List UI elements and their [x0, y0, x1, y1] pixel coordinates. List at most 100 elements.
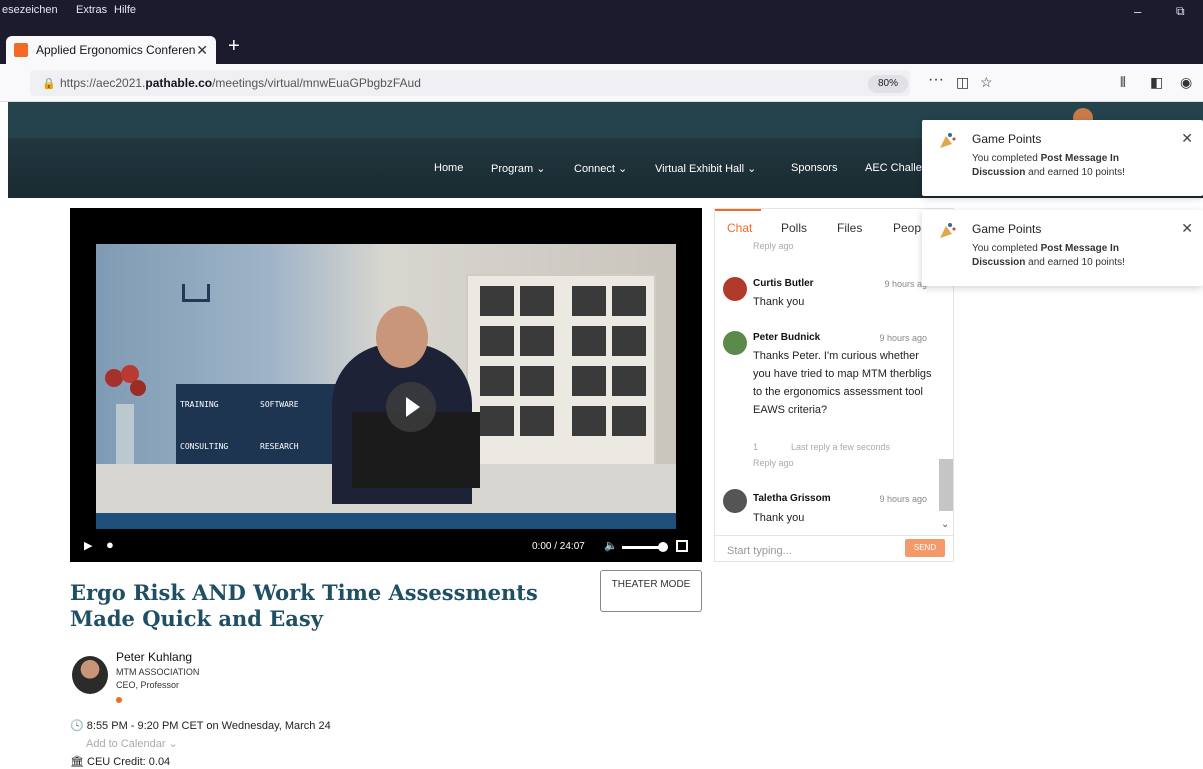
account-icon[interactable]: ◉	[1180, 74, 1192, 91]
seek-knob[interactable]: ●	[106, 537, 114, 552]
chat-message: Thank you	[753, 296, 805, 308]
ceu-credit: 🏛 CEU Credit: 0.04	[70, 755, 170, 768]
party-horn-icon	[940, 133, 956, 148]
minimize-button[interactable]: –	[1134, 4, 1141, 19]
session-title: Ergo Risk AND Work Time Assessments Made…	[70, 580, 538, 631]
speaker-role: CEO, Professor	[116, 680, 180, 690]
nav-home[interactable]: Home	[434, 162, 463, 174]
chat-scrollbar[interactable]	[939, 459, 953, 511]
menu-help[interactable]: Hilfe	[114, 4, 136, 16]
library-icon[interactable]: ⫴	[1120, 74, 1126, 91]
url-path: /meetings/virtual/mnwEuaGPbgbzFAud	[212, 76, 421, 90]
chat-author[interactable]: Taletha Grissom	[753, 493, 831, 504]
theater-mode-button[interactable]: THEATER MODE	[600, 570, 702, 612]
banner-word-consulting: CONSULTING	[180, 442, 229, 451]
zoom-level-badge[interactable]: 80%	[868, 75, 908, 93]
chat-author[interactable]: Peter Budnick	[753, 332, 820, 343]
notification-body: You completed Post Message In Discussion…	[972, 243, 1125, 268]
chat-time: 9 hours ago	[879, 333, 927, 343]
volume-knob[interactable]	[658, 542, 668, 552]
flowers-image	[105, 365, 146, 474]
video-lower-strip	[96, 513, 676, 529]
sidebar-icon[interactable]: ◧	[1150, 74, 1163, 91]
chat-time: 9 hours ago	[879, 494, 927, 504]
last-reply: Last reply a few seconds	[791, 442, 891, 452]
tab-files[interactable]: Files	[837, 221, 862, 235]
notification-title: Game Points	[972, 132, 1042, 146]
chat-avatar	[723, 331, 747, 355]
speaker-avatar[interactable]	[72, 656, 108, 694]
menu-bookmarks[interactable]: esezeichen	[2, 4, 58, 16]
game-points-notification: Game Points You completed Post Message I…	[922, 120, 1203, 196]
url-bar[interactable]: 🔒 https://aec2021. pathable.co /meetings…	[30, 70, 910, 96]
volume-slider[interactable]	[622, 546, 660, 549]
scroll-down-icon[interactable]: ⌄	[941, 519, 949, 530]
banner-word-training: TRAINING	[180, 400, 219, 409]
browser-toolbar: ⛉ 🔒 https://aec2021. pathable.co /meetin…	[0, 64, 1203, 102]
poster-banner: TRAINING SOFTWARE CONSULTING RESEARCH	[176, 384, 336, 464]
notification-title: Game Points	[972, 222, 1042, 236]
doors-image	[466, 274, 656, 474]
close-icon[interactable]: ✕	[1181, 130, 1193, 147]
nav-aec-challenge[interactable]: AEC Challe	[865, 162, 922, 174]
url-prefix: https://aec2021.	[60, 76, 146, 90]
user-placeholder-icon	[723, 489, 747, 513]
chat-author[interactable]: Curtis Butler	[753, 278, 814, 289]
reply-count: 1	[753, 442, 759, 452]
tab-chat[interactable]: Chat	[727, 221, 752, 235]
ceu-credit-text: CEU Credit: 0.04	[87, 756, 171, 768]
site-favicon-icon	[14, 43, 28, 57]
party-horn-icon	[940, 223, 956, 238]
new-tab-icon[interactable]: +	[228, 36, 240, 56]
close-icon[interactable]: ✕	[1181, 220, 1193, 237]
speaker-name[interactable]: Peter Kuhlang	[116, 650, 192, 664]
menu-extras[interactable]: Extras	[76, 4, 107, 16]
chat-time: 9 hours ag	[884, 279, 927, 289]
reply-link[interactable]: Reply ago	[753, 241, 794, 251]
session-time: 🕓 8:55 PM - 9:20 PM CET on Wednesday, Ma…	[70, 719, 331, 732]
send-button[interactable]: SEND	[905, 539, 945, 557]
speaker-organization: MTM ASSOCIATION	[116, 667, 200, 677]
nav-virtual-exhibit-hall[interactable]: Virtual Exhibit Hall ⌄	[655, 162, 756, 175]
chat-message: Thank you	[753, 512, 805, 524]
video-controls: ▶ ● 0:00 / 24:07 🔈	[70, 532, 702, 562]
tab-polls[interactable]: Polls	[781, 221, 807, 235]
online-status-dot	[116, 697, 122, 703]
chat-message: Thanks Peter. I'm curious whether you ha…	[753, 350, 932, 416]
url-host: pathable.co	[145, 76, 213, 90]
game-points-notification: Game Points You completed Post Message I…	[922, 210, 1203, 286]
restore-button[interactable]: ⧉	[1176, 4, 1185, 19]
banner-word-research: RESEARCH	[260, 442, 299, 451]
chat-avatar	[723, 277, 747, 301]
play-overlay-button[interactable]	[386, 382, 436, 432]
pocket-icon[interactable]: ◫	[956, 74, 969, 91]
video-frame: TRAINING SOFTWARE CONSULTING RESEARCH	[96, 244, 676, 528]
notification-body: You completed Post Message In Discussion…	[972, 153, 1125, 178]
nav-program[interactable]: Program ⌄	[491, 162, 545, 175]
more-actions-icon[interactable]: ···	[928, 71, 944, 89]
session-time-text: 8:55 PM - 9:20 PM CET on Wednesday, Marc…	[86, 720, 331, 732]
fullscreen-icon[interactable]	[676, 540, 688, 552]
reply-link[interactable]: Reply ago	[753, 458, 794, 468]
video-player[interactable]: TRAINING SOFTWARE CONSULTING RESEARCH ▶ …	[70, 208, 702, 562]
presenter-head	[376, 306, 428, 368]
banner-word-software: SOFTWARE	[260, 400, 299, 409]
close-tab-icon[interactable]: ✕	[196, 42, 208, 59]
bank-icon: 🏛	[70, 756, 88, 768]
tab-people[interactable]: Peop	[893, 221, 921, 235]
lock-icon: 🔒	[42, 77, 56, 90]
volume-icon[interactable]: 🔈	[604, 539, 618, 552]
browser-menubar: esezeichen Extras Hilfe – ⧉	[0, 0, 1203, 32]
logo-mark-icon	[182, 284, 210, 302]
tab-title: Applied Ergonomics Conferenc	[36, 43, 197, 57]
chat-panel: Chat Polls Files Peop Reply ago Curtis B…	[714, 208, 954, 562]
play-icon[interactable]: ▶	[84, 539, 92, 552]
nav-sponsors[interactable]: Sponsors	[791, 162, 837, 174]
browser-tab[interactable]: Applied Ergonomics Conferenc ✕	[6, 36, 216, 64]
video-time: 0:00 / 24:07	[532, 541, 585, 552]
bookmark-star-icon[interactable]: ☆	[980, 74, 993, 91]
clock-icon: 🕓	[70, 720, 87, 732]
nav-connect[interactable]: Connect ⌄	[574, 162, 627, 175]
add-to-calendar-link[interactable]: Add to Calendar ⌄	[86, 737, 178, 750]
active-tab-indicator	[715, 209, 761, 211]
